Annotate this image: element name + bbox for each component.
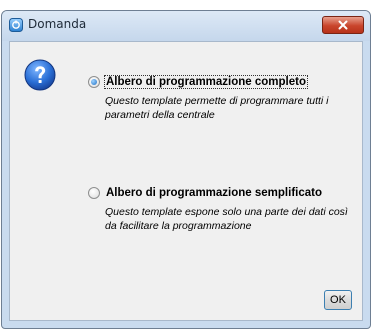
option-complete-label[interactable]: Albero di programmazione completo <box>104 75 308 89</box>
option-simplified: Albero di programmazione semplificato Qu… <box>88 187 358 233</box>
radio-selected-dot <box>91 79 97 85</box>
app-icon <box>9 18 23 32</box>
option-simplified-label[interactable]: Albero di programmazione semplificato <box>105 187 323 199</box>
close-button[interactable] <box>322 16 364 34</box>
option-complete: Albero di programmazione completo Questo… <box>88 75 358 122</box>
question-icon <box>24 59 56 91</box>
close-icon <box>338 20 348 30</box>
window-title: Domanda <box>28 17 87 31</box>
dialog-window: Domanda Albero di programmazione complet… <box>1 10 371 329</box>
title-bar[interactable]: Domanda <box>2 11 370 41</box>
radio-simplified[interactable] <box>88 187 100 199</box>
background <box>0 0 373 8</box>
ok-button[interactable]: OK <box>324 290 352 310</box>
option-complete-description: Questo template permette di programmare … <box>105 95 329 121</box>
dialog-content: Albero di programmazione completo Questo… <box>9 41 363 321</box>
option-simplified-description: Questo template espone solo una parte de… <box>105 206 348 232</box>
radio-complete[interactable] <box>88 76 100 88</box>
